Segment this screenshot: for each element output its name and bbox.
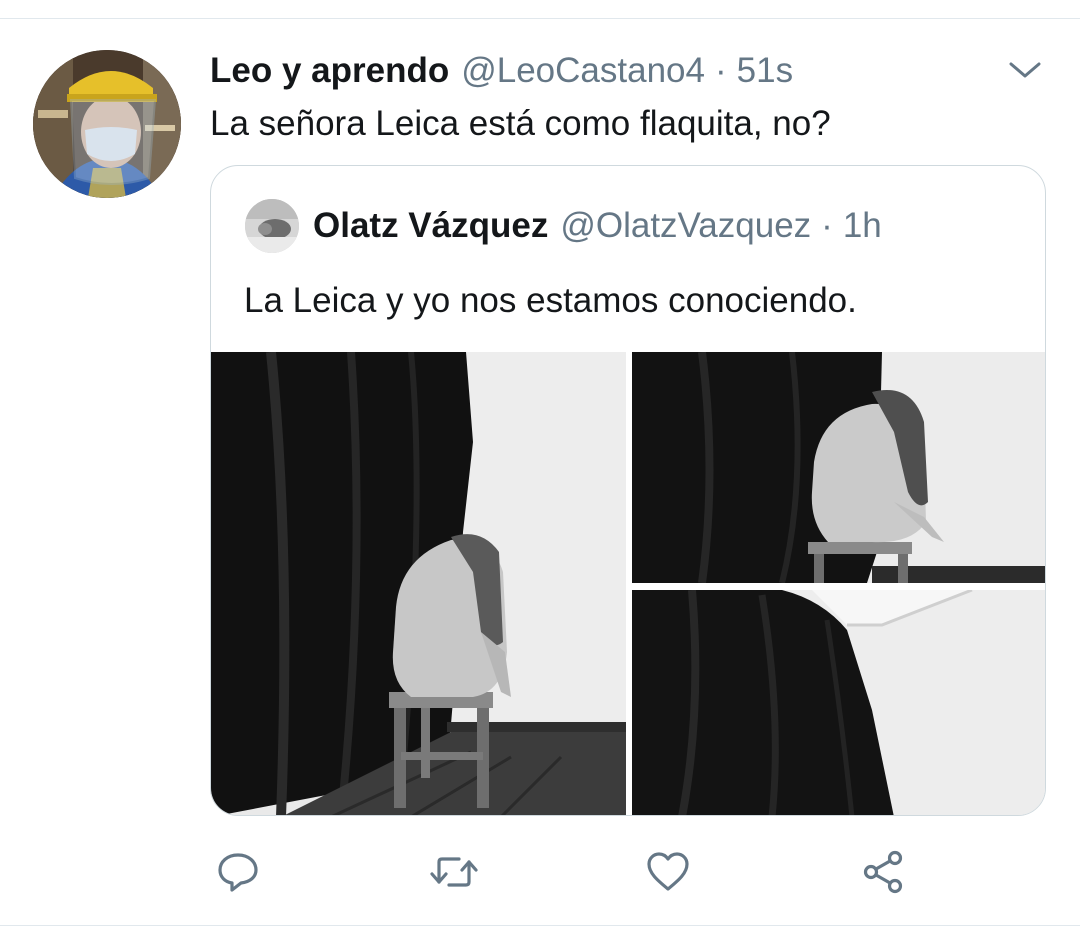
retweet-button[interactable]	[424, 840, 484, 904]
heart-icon	[647, 852, 689, 891]
quoted-tweet-text: La Leica y yo nos estamos conociendo.	[244, 281, 857, 320]
tweet-text: La señora Leica está como flaquita, no?	[210, 104, 831, 143]
quoted-author-handle: @OlatzVazquez	[560, 206, 812, 245]
quoted-tweet-header: Olatz Vázquez @OlatzVazquez · 1h	[245, 198, 882, 254]
tweet-header: Leo y aprendo @LeoCastano4 · 51s	[210, 48, 793, 94]
like-button[interactable]	[638, 840, 698, 904]
quoted-author-avatar	[245, 199, 299, 253]
author-display-name[interactable]: Leo y aprendo	[210, 48, 449, 94]
photo-seated-on-stool[interactable]	[211, 352, 626, 815]
share-button[interactable]	[854, 840, 914, 904]
chevron-down-icon	[1009, 62, 1041, 78]
bottom-divider	[0, 925, 1080, 926]
tweet-timestamp[interactable]: 51s	[737, 48, 793, 94]
author-avatar[interactable]	[33, 50, 181, 198]
quoted-avatar-icon	[245, 199, 299, 253]
quoted-author-display-name: Olatz Vázquez	[313, 206, 549, 245]
photo-image	[632, 352, 1045, 583]
user-avatar-icon	[33, 50, 181, 198]
tweet-actions-bar	[210, 840, 970, 904]
more-options-button[interactable]	[1005, 55, 1045, 85]
retweet-icon	[430, 857, 478, 887]
reply-icon	[218, 853, 258, 892]
tweet-page: Leo y aprendo @LeoCastano4 · 51s La seño…	[0, 0, 1080, 939]
quoted-tweet-media	[211, 352, 1045, 815]
quoted-header-separator: ·	[821, 206, 833, 245]
header-separator: ·	[714, 51, 727, 90]
top-divider	[0, 0, 1080, 19]
reply-button[interactable]	[208, 840, 268, 904]
photo-curtain-corner[interactable]	[632, 590, 1045, 815]
photo-seated-closeup[interactable]	[632, 352, 1045, 583]
share-icon	[863, 850, 903, 894]
quoted-tweet-card[interactable]: Olatz Vázquez @OlatzVazquez · 1h La Leic…	[210, 165, 1046, 816]
quoted-tweet-timestamp: 1h	[842, 206, 882, 245]
author-handle[interactable]: @LeoCastano4	[461, 48, 705, 94]
photo-image	[632, 590, 1045, 815]
photo-image	[211, 352, 626, 815]
